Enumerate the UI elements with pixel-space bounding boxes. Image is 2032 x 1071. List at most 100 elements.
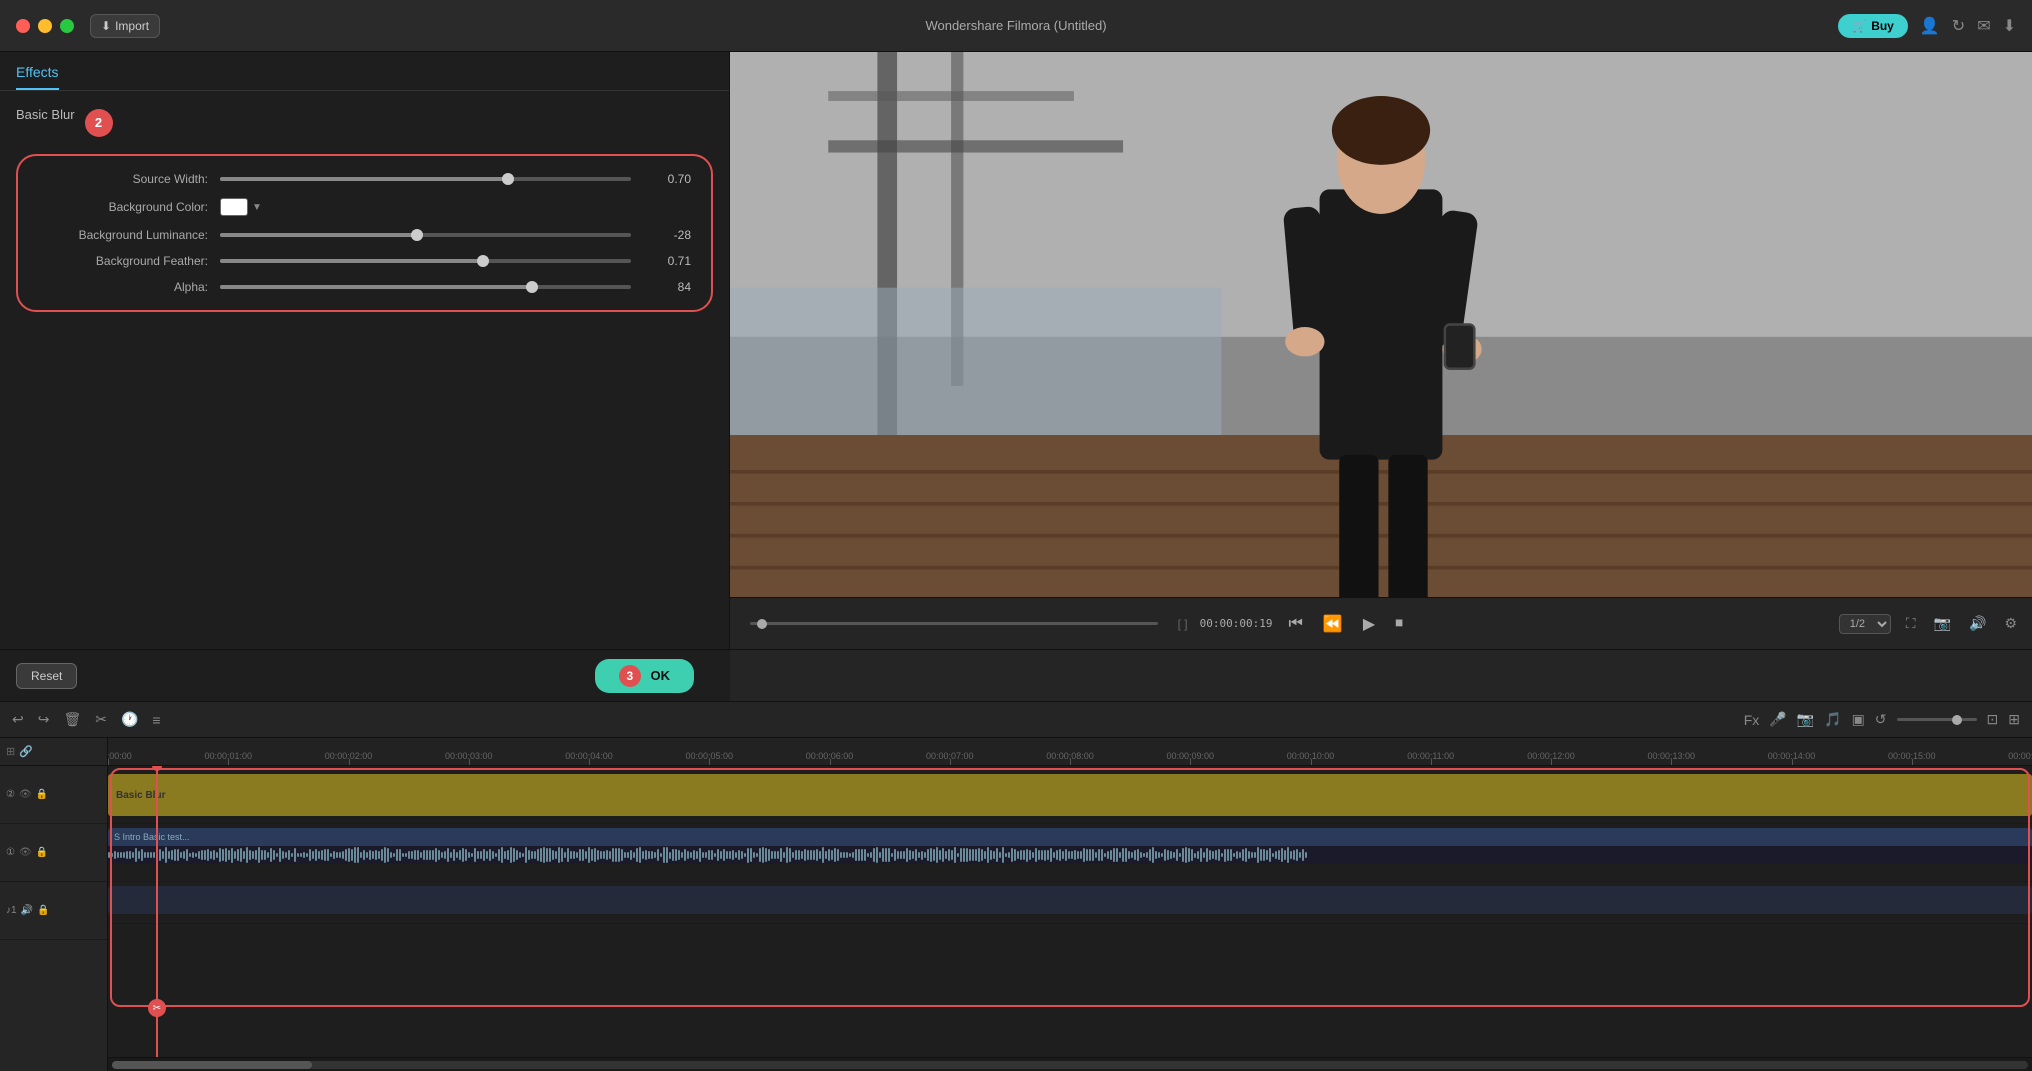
timeline-toolbar-right: Fx 🎤 📷 🎵 ▣ ↺ ⊡ ⊞ (1744, 711, 2020, 728)
history-icon[interactable]: 🕐 (121, 711, 138, 728)
skip-back-button[interactable]: ⏮ (1284, 611, 1306, 637)
bg-feather-value: 0.71 (641, 254, 691, 268)
ok-label: OK (651, 668, 671, 683)
mic-icon[interactable]: 🎤 (1769, 711, 1786, 728)
left-panel: Effects Basic Blur 2 Source Width: (0, 52, 730, 649)
waveform (108, 846, 2032, 864)
zoom-fit-icon[interactable]: ⊡ (1987, 711, 1999, 728)
blur-track-clip[interactable]: Basic Blur (108, 774, 2032, 816)
alpha-slider[interactable] (220, 285, 631, 289)
titlebar: ⬇ Import Wondershare Filmora (Untitled) … (0, 0, 2032, 52)
minimize-button[interactable] (38, 19, 52, 33)
param-row-bg-luminance: Background Luminance: -28 (38, 228, 691, 242)
camera-icon[interactable]: 📷 (1797, 711, 1814, 728)
effect-name: Basic Blur (16, 107, 75, 122)
timeline-scrollbar (108, 1057, 2032, 1071)
track2-lock-icon[interactable]: 🔒 (36, 789, 48, 800)
buy-label: Buy (1871, 19, 1894, 33)
ruler-header: ⊞ 🔗 (0, 738, 107, 766)
volume-icon[interactable]: 🔊 (1966, 612, 1989, 635)
audio-track-header: ♪1 🔊 🔒 (0, 882, 107, 940)
delete-icon[interactable]: 🗑 (63, 711, 81, 728)
buy-button[interactable]: 🛒 Buy (1838, 14, 1908, 38)
play-button[interactable]: ▶ (1359, 610, 1379, 638)
close-button[interactable] (16, 19, 30, 33)
overlay-icon[interactable]: ▣ (1852, 711, 1865, 728)
grid-icon[interactable]: ⊞ (2008, 711, 2020, 728)
track2-number: ② (6, 789, 15, 800)
import-icon: ⬇ (101, 19, 111, 33)
scrollbar-thumb[interactable] (112, 1061, 312, 1069)
track1-eye-icon[interactable]: 👁 (19, 847, 32, 858)
rotation-icon[interactable]: ↺ (1875, 711, 1887, 728)
audio-track-row (108, 882, 2032, 924)
video-track-clip[interactable]: S Intro Basic test... (108, 828, 2032, 864)
stop-button[interactable]: ⏹ (1391, 611, 1407, 637)
main-wrapper: Effects Basic Blur 2 Source Width: (0, 52, 2032, 1071)
refresh-icon[interactable]: ↻ (1952, 16, 1965, 36)
import-button[interactable]: ⬇ Import (90, 14, 160, 38)
audio-number: ♪1 (6, 905, 17, 916)
redo-icon[interactable]: ↪ (38, 711, 50, 728)
playhead[interactable]: ✂ (156, 766, 158, 1057)
scrollbar-track[interactable] (112, 1061, 2028, 1069)
titlebar-right: 🛒 Buy 👤 ↻ ✉ ⬇ (1838, 14, 2016, 38)
settings-icon[interactable]: ⚙ (2001, 612, 2020, 635)
cut-icon[interactable]: ✂ (95, 711, 107, 728)
color-swatch[interactable] (220, 198, 248, 216)
transport-bar: [ ] 00:00:00:19 ⏮ ⏪ ▶ ⏹ 1/2 Full 1/4 ⛶ 📷… (730, 597, 2032, 649)
params-box: Source Width: 0.70 Background Color: ▼ (16, 154, 713, 312)
audio-icon[interactable]: 🎵 (1824, 711, 1841, 728)
param-row-bg-feather: Background Feather: 0.71 (38, 254, 691, 268)
track1-number: ① (6, 847, 15, 858)
fx-icon[interactable]: Fx (1744, 712, 1760, 728)
track1-lock-icon[interactable]: 🔒 (36, 847, 48, 858)
playback-right-bar (730, 649, 2032, 701)
track-2-header: ② 👁 🔒 (0, 766, 107, 824)
maximize-button[interactable] (60, 19, 74, 33)
bg-color-label: Background Color: (38, 200, 208, 214)
undo-icon[interactable]: ↩ (12, 711, 24, 728)
audio-mute-icon[interactable]: 🔊 (21, 905, 33, 916)
source-width-slider[interactable] (220, 177, 631, 181)
fullscreen-icon[interactable]: ⛶ (1903, 612, 1919, 635)
step-back-button[interactable]: ⏪ (1319, 610, 1347, 638)
badge-2: 2 (85, 109, 113, 137)
traffic-lights (16, 19, 74, 33)
track2-eye-icon[interactable]: 👁 (19, 789, 32, 800)
tracks-area: 1 ✂ Basic Blur (108, 766, 2032, 1057)
tab-effects[interactable]: Effects (16, 64, 59, 90)
right-section: [ ] 00:00:00:19 ⏮ ⏪ ▶ ⏹ 1/2 Full 1/4 ⛶ 📷… (730, 52, 2032, 649)
reset-button[interactable]: Reset (16, 663, 77, 689)
zoom-slider[interactable] (1897, 718, 1977, 721)
bg-feather-slider[interactable] (220, 259, 631, 263)
link-icon[interactable]: 🔗 (19, 745, 33, 758)
timeline-body: ⊞ 🔗 ② 👁 🔒 ① 👁 🔒 ♪1 🔊 (0, 738, 2032, 1071)
quality-select[interactable]: 1/2 Full 1/4 (1839, 614, 1891, 634)
audio-lock-icon[interactable]: 🔒 (37, 905, 49, 916)
source-width-label: Source Width: (38, 172, 208, 186)
badge-3: 3 (619, 665, 641, 687)
color-dropdown[interactable]: ▼ (252, 202, 262, 213)
app-title: Wondershare Filmora (Untitled) (925, 18, 1106, 33)
param-row-alpha: Alpha: 84 (38, 280, 691, 294)
preview-slider[interactable] (750, 622, 1158, 625)
download-icon[interactable]: ⬇ (2003, 16, 2016, 36)
ruler-marks: 00:00:00:0000:00:01:0000:00:02:0000:00:0… (108, 738, 2032, 765)
bottom-actions-bar: Reset 3 OK (0, 649, 2032, 701)
ok-button[interactable]: 3 OK (595, 659, 694, 693)
bg-luminance-slider[interactable] (220, 233, 631, 237)
bg-feather-label: Background Feather: (38, 254, 208, 268)
source-width-value: 0.70 (641, 172, 691, 186)
snapshot-icon[interactable]: 📷 (1931, 612, 1954, 635)
param-row-bg-color: Background Color: ▼ (38, 198, 691, 216)
bg-luminance-label: Background Luminance: (38, 228, 208, 242)
blur-track-label: Basic Blur (116, 790, 165, 801)
cart-icon: 🛒 (1852, 19, 1867, 33)
scissors-icon[interactable]: ✂ (148, 999, 166, 1017)
expand-icon[interactable]: ⊞ (6, 745, 15, 758)
mail-icon[interactable]: ✉ (1977, 16, 1990, 36)
time-display: 00:00:00:19 (1200, 617, 1273, 630)
user-icon[interactable]: 👤 (1920, 16, 1940, 36)
markers-icon[interactable]: ≡ (152, 712, 160, 728)
